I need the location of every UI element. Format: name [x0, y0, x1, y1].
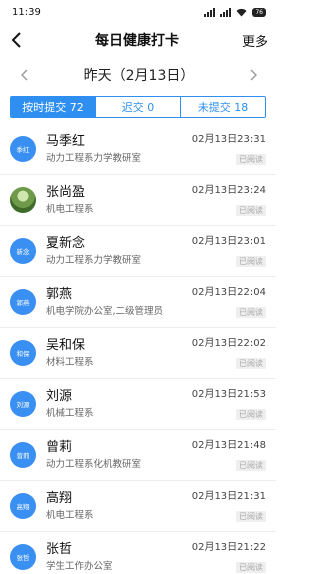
- submission-tabs: 按时提交 72 迟交 0 未提交 18: [10, 96, 266, 118]
- submit-time: 02月13日21:31: [191, 491, 266, 502]
- list-item[interactable]: 高翔 高翔 机电工程系 02月13日21:31 已阅读: [0, 481, 276, 532]
- avatar: 曾莉: [10, 442, 36, 468]
- submit-time: 02月13日22:02: [191, 338, 266, 349]
- status-badge: 已阅读: [236, 256, 266, 267]
- avatar: 郭燕: [10, 289, 36, 315]
- avatar: 高翔: [10, 493, 36, 519]
- battery-icon: 76: [252, 7, 266, 17]
- list-item[interactable]: 新念 夏新念 动力工程系力学教研室 02月13日23:01 已阅读: [0, 226, 276, 277]
- status-badge: 已阅读: [236, 154, 266, 165]
- list-item[interactable]: 张尚盈 机电工程系 02月13日23:24 已阅读: [0, 175, 276, 226]
- more-button[interactable]: 更多: [242, 31, 268, 50]
- tab-not-submitted[interactable]: 未提交 18: [180, 97, 265, 117]
- avatar: 张哲: [10, 544, 36, 570]
- signal-icon: [204, 7, 216, 17]
- tab-on-time[interactable]: 按时提交 72: [11, 97, 95, 117]
- back-button[interactable]: [10, 29, 32, 51]
- submit-time: 02月13日21:48: [191, 440, 266, 451]
- nav-bar: 每日健康打卡 更多: [0, 24, 276, 56]
- list-item[interactable]: 郭燕 郭燕 机电学院办公室,二级管理员 02月13日22:04 已阅读: [0, 277, 276, 328]
- list-item[interactable]: 张哲 张哲 学生工作办公室 02月13日21:22 已阅读: [0, 532, 276, 574]
- signal-icon-2: [220, 7, 232, 17]
- submit-time: 02月13日23:24: [191, 185, 266, 196]
- page-title: 每日健康打卡: [94, 33, 179, 49]
- prev-day-button[interactable]: [16, 67, 32, 83]
- submit-time: 02月13日21:22: [191, 542, 266, 553]
- submit-time: 02月13日21:53: [191, 389, 266, 400]
- list-item[interactable]: 曾莉 曾莉 动力工程系化机教研室 02月13日21:48 已阅读: [0, 430, 276, 481]
- date-selector: 昨天（2月13日）: [0, 56, 276, 94]
- record-list: 季红 马季红 动力工程系力学教研室 02月13日23:31 已阅读 张尚盈 机电工程系…: [0, 124, 276, 574]
- date-label: 昨天（2月13日）: [83, 68, 195, 84]
- status-badge: 已阅读: [236, 307, 266, 318]
- tab-late[interactable]: 迟交 0: [95, 97, 180, 117]
- status-badge: 已阅读: [236, 205, 266, 216]
- chevron-left-icon: [11, 32, 21, 48]
- status-badge: 已阅读: [236, 460, 266, 471]
- list-item[interactable]: 刘源 刘源 机械工程系 02月13日21:53 已阅读: [0, 379, 276, 430]
- status-icons: 76: [204, 7, 266, 17]
- status-time: 11:39: [12, 6, 41, 18]
- list-item[interactable]: 和保 吴和保 材料工程系 02月13日22:02 已阅读: [0, 328, 276, 379]
- status-badge: 已阅读: [236, 511, 266, 522]
- next-day-button[interactable]: [246, 67, 262, 83]
- chevron-left-icon: [21, 69, 28, 81]
- submit-time: 02月13日22:04: [191, 287, 266, 298]
- status-badge: 已阅读: [236, 409, 266, 420]
- avatar: 刘源: [10, 391, 36, 417]
- chevron-right-icon: [250, 69, 257, 81]
- list-item[interactable]: 季红 马季红 动力工程系力学教研室 02月13日23:31 已阅读: [0, 124, 276, 175]
- status-badge: 已阅读: [236, 562, 266, 573]
- avatar: 和保: [10, 340, 36, 366]
- submit-time: 02月13日23:31: [191, 134, 266, 145]
- status-bar: 11:39 76: [0, 0, 276, 24]
- avatar: [10, 187, 36, 213]
- avatar: 新念: [10, 238, 36, 264]
- wifi-icon: [236, 8, 247, 16]
- avatar: 季红: [10, 136, 36, 162]
- submit-time: 02月13日23:01: [191, 236, 266, 247]
- status-badge: 已阅读: [236, 358, 266, 369]
